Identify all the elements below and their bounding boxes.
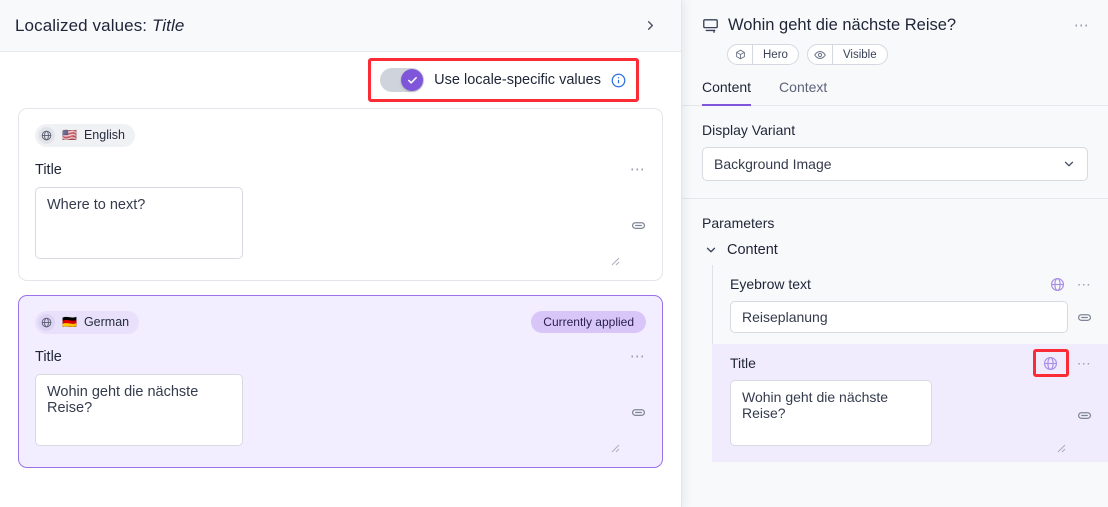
cube-icon <box>728 45 753 64</box>
inspector-title-row: Wohin geht die nächste Reise? ⋯ <box>702 16 1090 35</box>
param-header: Eyebrow text ⋯ <box>730 274 1092 294</box>
chevron-right-icon[interactable] <box>637 13 663 39</box>
use-locale-specific-values-toggle[interactable] <box>380 68 425 92</box>
eyebrow-text-input[interactable] <box>730 301 1068 333</box>
locale-pill-english[interactable]: 🇺🇸 English <box>35 123 135 147</box>
link-icon[interactable] <box>631 405 646 420</box>
display-variant-value: Background Image <box>714 156 832 172</box>
textarea-row <box>35 374 646 453</box>
ellipsis-icon[interactable]: ⋯ <box>1074 18 1090 33</box>
eye-icon <box>808 45 833 64</box>
ellipsis-icon[interactable]: ⋯ <box>630 349 646 364</box>
badge-label: Hero <box>763 48 788 61</box>
globe-icon <box>38 126 55 144</box>
info-circle-icon[interactable] <box>611 73 626 88</box>
status-badge-visible[interactable]: Visible <box>806 44 888 65</box>
inspector-badges: Hero Visible <box>727 44 1090 65</box>
toggle-label: Use locale-specific values <box>434 72 601 88</box>
param-row-title: Title ⋯ <box>712 344 1108 462</box>
locale-card-german: 🇩🇪 German Currently applied Title ⋯ <box>18 295 663 468</box>
title-textarea-english[interactable] <box>35 187 243 259</box>
page-title: Localized values: Title <box>15 16 184 36</box>
param-input-row <box>730 301 1092 333</box>
textarea-row <box>35 187 646 266</box>
title-textarea-param[interactable] <box>730 380 932 446</box>
textarea-box <box>35 374 622 453</box>
param-label: Title <box>730 355 756 371</box>
tab-content[interactable]: Content <box>702 79 752 106</box>
locale-name: German <box>83 315 130 329</box>
ellipsis-icon[interactable]: ⋯ <box>1077 277 1092 291</box>
ellipsis-icon[interactable]: ⋯ <box>1077 356 1092 370</box>
locale-card-english: 🇺🇸 English Title ⋯ <box>18 108 663 281</box>
title-textarea-german[interactable] <box>35 374 243 446</box>
inspector-title: Wohin geht die nächste Reise? <box>728 16 957 34</box>
resize-grip-icon <box>1056 440 1066 453</box>
toggle-knob <box>401 69 424 91</box>
globe-icon[interactable] <box>1032 349 1069 377</box>
page-title-prefix: Localized values: <box>15 15 148 35</box>
localized-values-panel: Localized values: Title Use locale-speci… <box>0 0 682 507</box>
chevron-down-icon <box>1062 157 1076 171</box>
ellipsis-icon[interactable]: ⋯ <box>630 162 646 177</box>
param-group-body: Eyebrow text ⋯ Title <box>682 265 1108 462</box>
link-icon[interactable] <box>1077 310 1092 325</box>
flag-icon: 🇩🇪 <box>62 315 77 329</box>
link-icon[interactable] <box>1077 408 1092 423</box>
localized-values-body: Use locale-specific values 🇺🇸 English Ti… <box>0 52 681 507</box>
page-title-value: Title <box>151 15 185 35</box>
localized-values-header: Localized values: Title <box>0 0 681 52</box>
component-inspector-panel: Wohin geht die nächste Reise? ⋯ Hero Vis… <box>682 0 1108 507</box>
param-row-eyebrow-text: Eyebrow text ⋯ <box>712 265 1108 344</box>
section-layout-icon <box>702 17 719 34</box>
param-group-name: Content <box>727 242 778 258</box>
locale-card-top: 🇺🇸 English <box>35 123 646 147</box>
display-variant-section: Display Variant Background Image <box>682 106 1108 181</box>
link-icon[interactable] <box>631 218 646 233</box>
resize-grip-icon <box>610 253 620 266</box>
locale-pill-german[interactable]: 🇩🇪 German <box>35 310 140 334</box>
display-variant-select[interactable]: Background Image <box>702 147 1088 181</box>
parameters-label: Parameters <box>702 215 775 231</box>
param-input-row <box>730 380 1092 453</box>
textarea-box <box>35 187 622 266</box>
flag-icon: 🇺🇸 <box>62 128 77 142</box>
status-badge: Currently applied <box>531 311 646 333</box>
chevron-down-icon <box>704 243 718 257</box>
locale-card-top: 🇩🇪 German Currently applied <box>35 310 646 334</box>
locale-name: English <box>83 128 125 142</box>
globe-icon[interactable] <box>1047 273 1069 295</box>
param-label: Eyebrow text <box>730 276 811 292</box>
locale-toggle-annotation-box: Use locale-specific values <box>368 58 639 102</box>
field-label: Title <box>35 349 62 365</box>
tab-context[interactable]: Context <box>779 79 827 106</box>
field-label-row: Title ⋯ <box>35 161 646 179</box>
locale-toggle-row: Use locale-specific values <box>18 52 663 108</box>
status-badge-hero[interactable]: Hero <box>727 44 799 65</box>
inspector-header: Wohin geht die nächste Reise? ⋯ Hero Vis… <box>682 0 1108 65</box>
param-group-content-header[interactable]: Content <box>682 231 1108 258</box>
param-header: Title ⋯ <box>730 349 1092 377</box>
field-label-row: Title ⋯ <box>35 348 646 366</box>
textarea-box <box>730 380 1068 453</box>
globe-icon <box>38 313 55 331</box>
resize-grip-icon <box>610 440 620 453</box>
inspector-tabs: Content Context <box>682 79 1108 106</box>
field-label: Title <box>35 162 62 178</box>
badge-label: Visible <box>842 48 877 61</box>
app-root: Localized values: Title Use locale-speci… <box>0 0 1108 507</box>
display-variant-label: Display Variant <box>702 122 796 138</box>
